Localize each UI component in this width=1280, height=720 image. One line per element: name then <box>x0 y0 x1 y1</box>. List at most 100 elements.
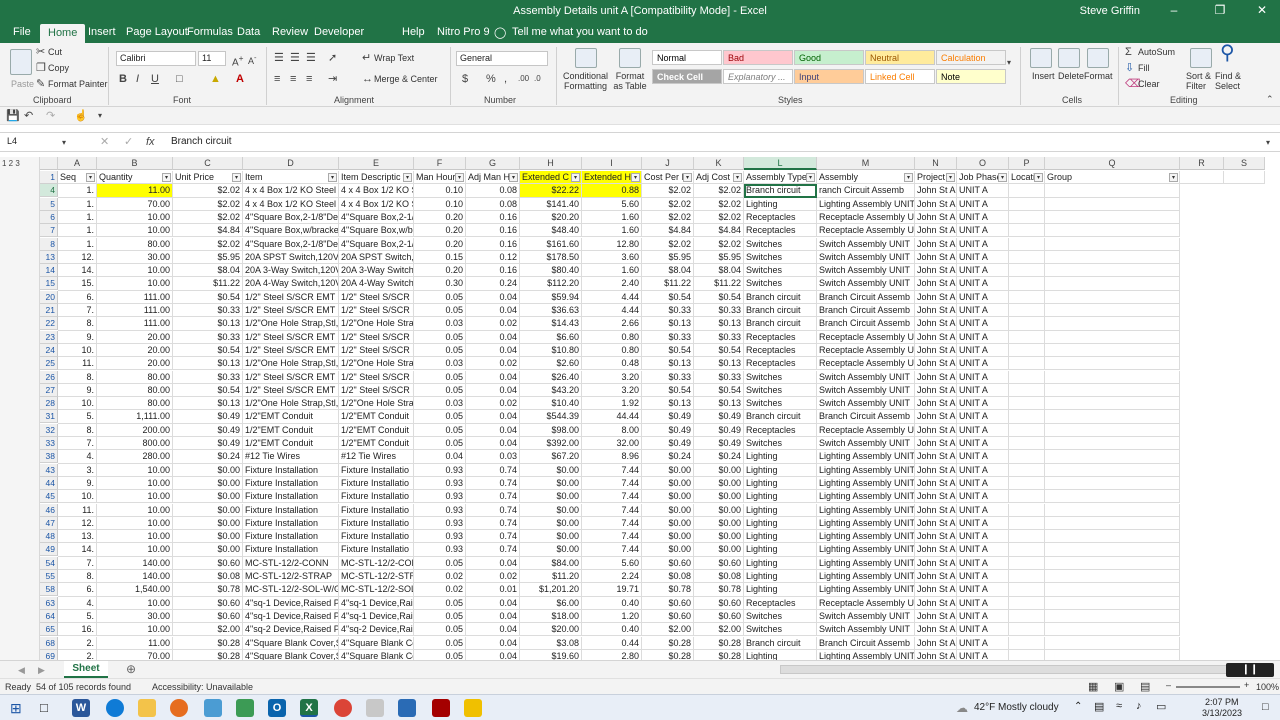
table-cell[interactable]: John St A <box>915 370 957 384</box>
outline-level-buttons[interactable]: 1 2 3 <box>2 159 20 168</box>
table-cell[interactable]: $26.40 <box>520 370 582 384</box>
filter-dropdown-icon[interactable]: ▾ <box>1169 173 1178 182</box>
table-cell[interactable]: John St A <box>915 437 957 451</box>
table-cell[interactable]: $2.02 <box>173 210 243 225</box>
table-cell[interactable]: Receptacle Assembly U <box>817 210 915 225</box>
table-cell[interactable]: 0.04 <box>466 596 520 610</box>
insert-cells-icon[interactable] <box>1030 48 1052 68</box>
table-cell[interactable]: $161.60 <box>520 237 582 251</box>
table-cell[interactable]: 0.02 <box>466 397 520 411</box>
empty-cell[interactable] <box>1045 184 1180 198</box>
table-cell[interactable]: 1/2"EMT Conduit <box>339 437 414 451</box>
table-cell[interactable]: 4"sq-1 Device,Raised P <box>243 609 339 624</box>
table-cell[interactable]: $8.04 <box>694 264 744 278</box>
table-header-cell[interactable]: Extended C ▾ <box>520 171 582 185</box>
table-cell[interactable]: 6. <box>58 290 97 304</box>
table-header-cell[interactable]: Locati ▾ <box>1009 171 1045 185</box>
table-cell[interactable]: MC-STL-12/2-STRAP <box>243 570 339 584</box>
table-cell[interactable]: Lighting <box>744 649 817 660</box>
table-cell[interactable]: 1/2" Steel S/SCR E <box>339 290 414 304</box>
style-check-cell[interactable]: Check Cell <box>652 69 722 84</box>
table-cell[interactable]: 10.00 <box>97 530 173 544</box>
user-name[interactable]: Steve Griffin <box>1080 5 1140 17</box>
table-cell[interactable]: 0.04 <box>466 330 520 344</box>
table-cell[interactable]: 0.05 <box>414 649 466 660</box>
table-cell[interactable]: Fixture Installatio <box>339 463 414 477</box>
empty-cell[interactable] <box>1009 530 1045 544</box>
table-cell[interactable]: 0.03 <box>414 397 466 411</box>
row-header[interactable]: 33 <box>40 437 58 450</box>
table-cell[interactable]: 0.04 <box>466 370 520 384</box>
row-header[interactable]: 63 <box>40 596 58 610</box>
table-cell[interactable]: 10.00 <box>97 543 173 557</box>
table-cell[interactable]: 5. <box>58 609 97 624</box>
table-cell[interactable]: 10.00 <box>97 623 173 637</box>
minimize-icon[interactable]: – <box>1164 3 1184 17</box>
table-cell[interactable]: $0.13 <box>173 317 243 331</box>
column-header-b[interactable]: B <box>97 157 173 170</box>
table-cell[interactable]: Lighting Assembly UNIT <box>817 583 915 597</box>
empty-cell[interactable] <box>1045 264 1180 278</box>
empty-cell[interactable] <box>1045 250 1180 265</box>
table-cell[interactable]: $0.28 <box>173 649 243 660</box>
row-header[interactable]: 58 <box>40 583 58 597</box>
font-size-select[interactable]: 11 <box>198 51 226 66</box>
table-cell[interactable]: Branch circuit <box>744 410 817 424</box>
table-cell[interactable]: 11. <box>58 503 97 517</box>
table-cell[interactable]: 20.00 <box>97 330 173 344</box>
table-cell[interactable]: MC-STL-12/2-SOL- <box>339 583 414 597</box>
number-format-select[interactable]: General <box>456 51 548 66</box>
cut-icon[interactable]: ✂ <box>36 46 45 58</box>
table-cell[interactable]: 0.93 <box>414 530 466 544</box>
table-cell[interactable]: $0.00 <box>694 490 744 504</box>
column-header-d[interactable]: D <box>243 157 339 170</box>
table-cell[interactable]: Switch Assembly UNIT <box>817 383 915 398</box>
table-cell[interactable]: Receptacles <box>744 423 817 437</box>
format-painter-icon[interactable]: ✎ <box>36 78 45 90</box>
table-cell[interactable]: $2.00 <box>642 623 694 637</box>
collapse-ribbon-icon[interactable]: ⌃ <box>1266 93 1274 105</box>
table-cell[interactable]: Branch circuit <box>744 317 817 331</box>
table-cell[interactable]: 4.44 <box>582 304 642 318</box>
table-header-cell[interactable]: Adj Man H ▾ <box>466 171 520 185</box>
table-cell[interactable]: John St A <box>915 197 957 211</box>
column-header-h[interactable]: H <box>520 157 582 170</box>
row-header[interactable]: 25 <box>40 357 58 371</box>
table-cell[interactable]: $0.49 <box>642 410 694 424</box>
table-cell[interactable]: $6.00 <box>520 596 582 610</box>
table-cell[interactable]: $11.20 <box>520 570 582 584</box>
table-cell[interactable]: 0.48 <box>582 357 642 371</box>
table-cell[interactable]: 4"Square Box,w/bracke <box>243 224 339 238</box>
page-layout-view-icon[interactable]: ▣ <box>1114 680 1124 693</box>
table-cell[interactable]: Lighting <box>744 556 817 570</box>
table-cell[interactable]: 0.08 <box>466 184 520 198</box>
table-cell[interactable]: John St A <box>915 423 957 437</box>
table-cell[interactable]: #12 Tie Wires <box>339 450 414 464</box>
empty-cell[interactable] <box>1045 649 1180 660</box>
table-header-cell[interactable]: Adj Cost I ▾ <box>694 171 744 185</box>
table-cell[interactable]: MC-STL-12/2-STRA <box>339 570 414 584</box>
table-cell[interactable]: 10.00 <box>97 596 173 610</box>
table-cell[interactable]: 8. <box>58 423 97 437</box>
zoom-slider[interactable] <box>1176 686 1240 688</box>
touch-mode-icon[interactable]: ☝ <box>74 110 88 122</box>
table-cell[interactable]: 0.10 <box>414 184 466 198</box>
close-icon[interactable]: ✕ <box>1252 3 1272 17</box>
table-cell[interactable]: UNIT A <box>957 490 1009 504</box>
table-cell[interactable]: 4. <box>58 596 97 610</box>
column-header-k[interactable]: K <box>694 157 744 170</box>
row-header[interactable]: 32 <box>40 423 58 437</box>
table-cell[interactable]: $10.80 <box>520 343 582 358</box>
table-cell[interactable]: $11.22 <box>173 277 243 291</box>
table-header-cell[interactable]: Seq ▾ <box>58 171 97 185</box>
table-cell[interactable]: 14. <box>58 543 97 557</box>
table-cell[interactable]: 1/2" Steel S/SCR E <box>339 343 414 358</box>
find-select-button[interactable]: Find & Select <box>1215 71 1247 91</box>
app-icon[interactable] <box>398 699 416 717</box>
select-all-corner[interactable] <box>40 157 58 170</box>
autosum-icon[interactable]: Σ <box>1125 46 1132 58</box>
table-cell[interactable]: $0.60 <box>694 556 744 570</box>
table-cell[interactable]: 19.71 <box>582 583 642 597</box>
table-cell[interactable]: $0.00 <box>520 476 582 491</box>
table-cell[interactable]: 0.05 <box>414 330 466 344</box>
